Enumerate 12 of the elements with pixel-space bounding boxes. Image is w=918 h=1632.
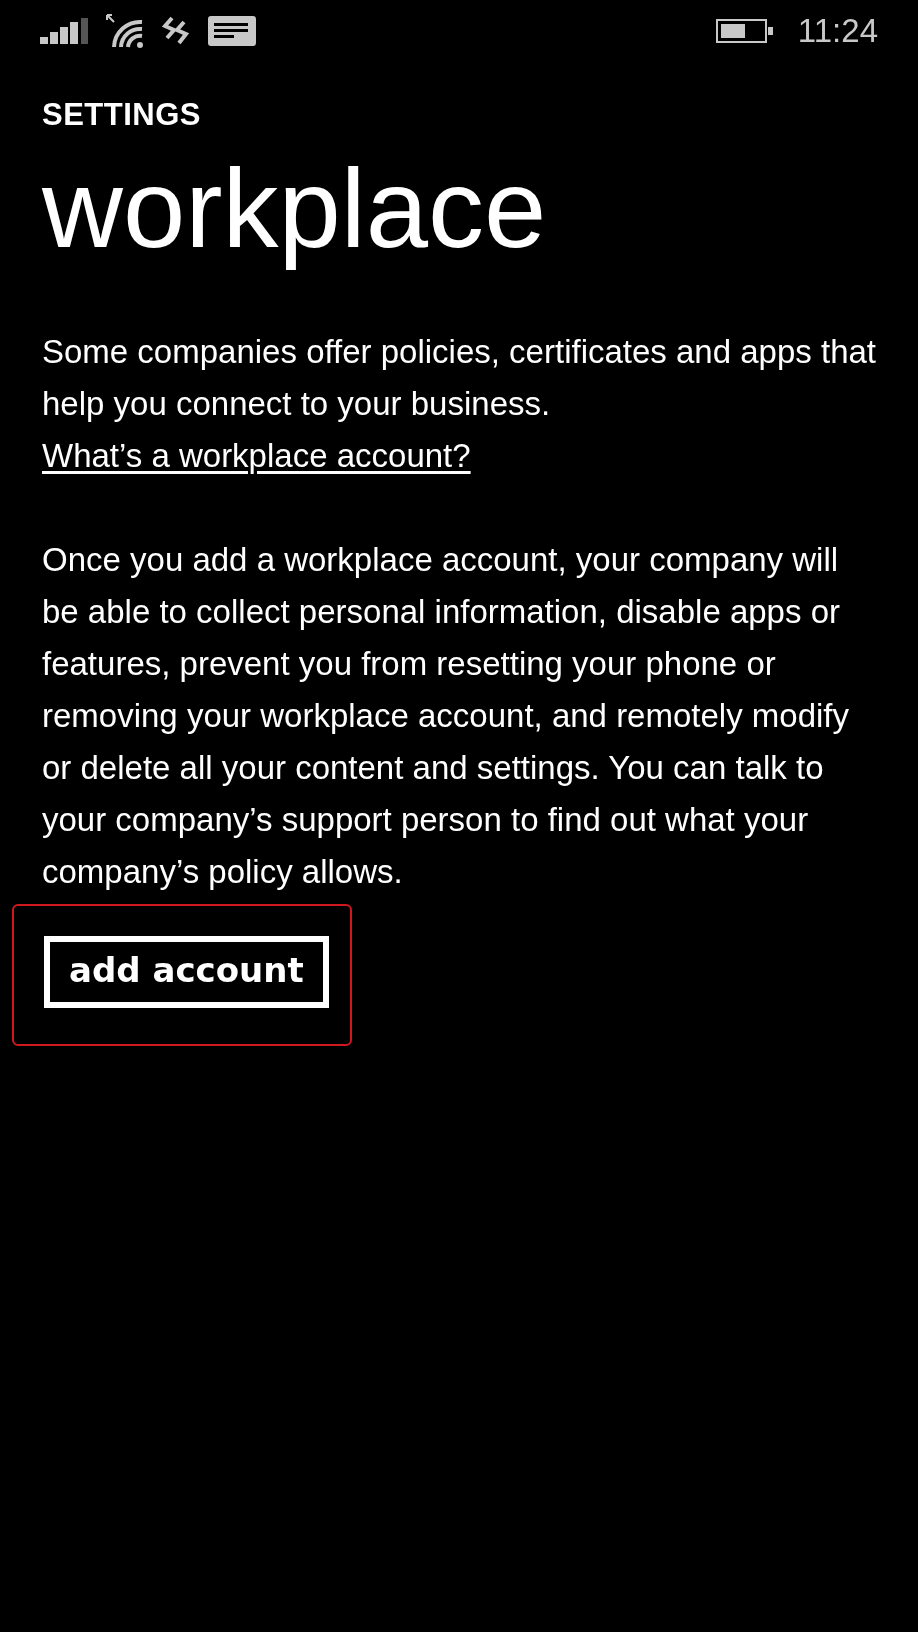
- wifi-icon: [106, 14, 146, 48]
- battery-icon: [715, 19, 774, 43]
- signal-icon: [40, 18, 90, 44]
- add-account-button[interactable]: add account: [44, 935, 329, 1008]
- app-title: SETTINGS: [42, 96, 202, 134]
- clock-time: 11:24: [797, 11, 878, 52]
- warning-text: Once you add a workplace account, your company will be able to collect personal information, disable apps or features, prevent you from resetting your phone or removing your workplace account, and remotely modify or delete all your content and settings. You can talk to your company’s support person to find out what your company’s policy allows.: [42, 539, 851, 892]
- intro-text: Some companies offer policies, certificates and apps that help you connect to your business.: [42, 332, 876, 422]
- message-icon: [208, 16, 256, 46]
- page-title: workplace: [42, 146, 548, 270]
- vibrate-icon: [162, 16, 192, 46]
- help-link[interactable]: What’s a workplace account?: [42, 436, 471, 474]
